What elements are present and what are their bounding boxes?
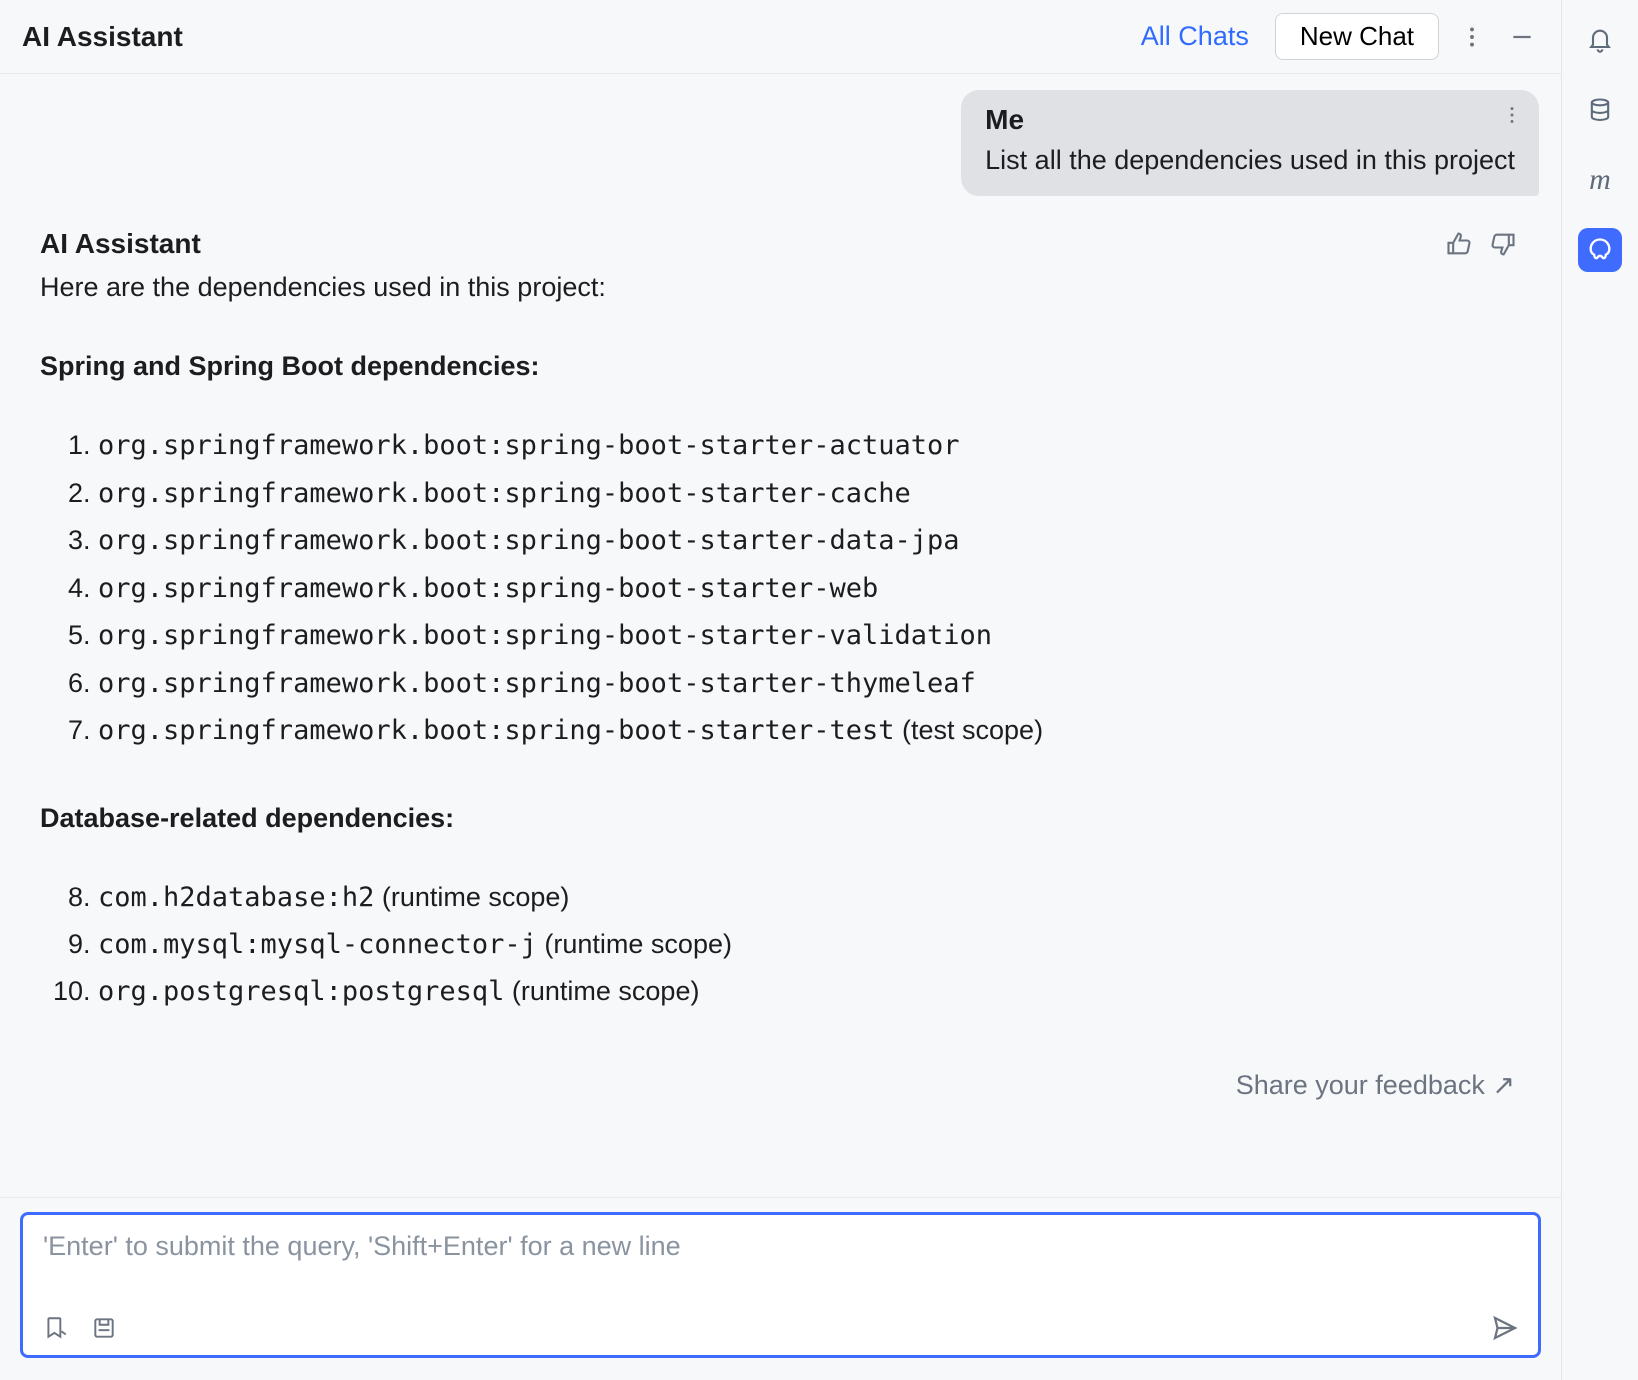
new-chat-button[interactable]: New Chat <box>1275 13 1439 60</box>
right-tool-rail: m <box>1562 0 1638 1380</box>
dep-section-heading: Database-related dependencies: <box>40 803 1521 834</box>
user-message-bubble: Me List all the dependencies used in thi… <box>961 90 1539 196</box>
notifications-icon[interactable] <box>1578 18 1622 62</box>
message-more-icon[interactable] <box>1501 104 1523 131</box>
list-item: com.mysql:mysql-connector-j (runtime sco… <box>98 921 1521 968</box>
thumbs-up-icon[interactable] <box>1441 226 1477 262</box>
list-item: org.springframework.boot:spring-boot-sta… <box>98 422 1521 469</box>
ai-assistant-icon[interactable] <box>1578 228 1622 272</box>
bookmark-icon[interactable] <box>41 1313 71 1343</box>
minimize-icon[interactable] <box>1505 20 1539 54</box>
list-item: org.springframework.boot:spring-boot-sta… <box>98 517 1521 564</box>
database-icon[interactable] <box>1578 88 1622 132</box>
dep-list-db: com.h2database:h2 (runtime scope) com.my… <box>40 874 1521 1016</box>
more-options-icon[interactable] <box>1455 20 1489 54</box>
ai-sender-label: AI Assistant <box>40 228 1433 260</box>
send-icon[interactable] <box>1490 1313 1520 1343</box>
all-chats-link[interactable]: All Chats <box>1141 21 1249 52</box>
prompt-input[interactable] <box>41 1229 1520 1303</box>
share-feedback-link[interactable]: Share your feedback ↗ <box>22 1070 1515 1101</box>
save-icon[interactable] <box>89 1313 119 1343</box>
chat-scroll-area: Me List all the dependencies used in thi… <box>0 74 1561 1197</box>
user-sender-label: Me <box>985 104 1515 136</box>
ai-response-block: AI Assistant Here are the dependencies u… <box>40 226 1521 1015</box>
dep-list-spring: org.springframework.boot:spring-boot-sta… <box>40 422 1521 754</box>
prompt-input-box <box>20 1212 1541 1358</box>
list-item: org.springframework.boot:spring-boot-sta… <box>98 660 1521 707</box>
input-area <box>0 1197 1561 1380</box>
list-item: org.springframework.boot:spring-boot-sta… <box>98 565 1521 612</box>
chat-header: AI Assistant All Chats New Chat <box>0 0 1561 74</box>
list-item: com.h2database:h2 (runtime scope) <box>98 874 1521 921</box>
list-item: org.springframework.boot:spring-boot-sta… <box>98 707 1521 754</box>
thumbs-down-icon[interactable] <box>1485 226 1521 262</box>
user-message-text: List all the dependencies used in this p… <box>985 142 1515 178</box>
list-item: org.springframework.boot:spring-boot-sta… <box>98 470 1521 517</box>
panel-title: AI Assistant <box>22 21 1125 53</box>
maven-icon[interactable]: m <box>1578 158 1622 202</box>
list-item: org.postgresql:postgresql (runtime scope… <box>98 968 1521 1015</box>
dep-section-heading: Spring and Spring Boot dependencies: <box>40 351 1521 382</box>
list-item: org.springframework.boot:spring-boot-sta… <box>98 612 1521 659</box>
ai-intro-text: Here are the dependencies used in this p… <box>40 272 1521 303</box>
